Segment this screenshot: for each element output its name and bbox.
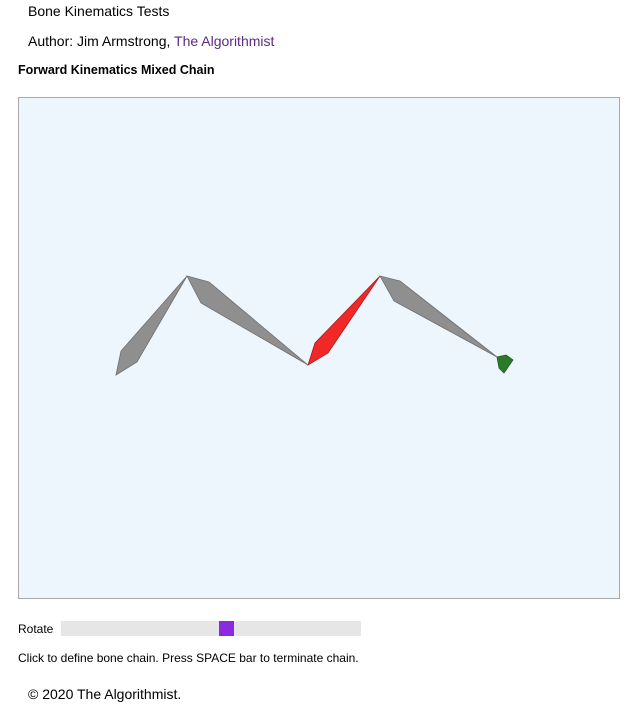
rotate-slider[interactable] — [61, 621, 361, 636]
bone-1[interactable] — [115, 275, 188, 376]
copyright-footer: © 2020 The Algorithmist. — [28, 686, 182, 702]
bone-4[interactable] — [379, 275, 498, 358]
instructions-text: Click to define bone chain. Press SPACE … — [18, 651, 359, 665]
demo-heading: Forward Kinematics Mixed Chain — [18, 63, 215, 77]
author-link[interactable]: The Algorithmist — [174, 33, 274, 49]
author-prefix: Author: Jim Armstrong, — [28, 33, 175, 49]
author-line: Author: Jim Armstrong, The Algorithmist — [28, 32, 274, 50]
bone-chain-drawing — [115, 275, 514, 376]
bone-2[interactable] — [186, 275, 309, 366]
page-title: Bone Kinematics Tests — [28, 3, 170, 19]
rotate-label: Rotate — [18, 622, 54, 636]
bone-canvas[interactable] — [18, 97, 620, 599]
rotate-slider-thumb[interactable] — [219, 621, 234, 636]
bone-3-selected[interactable] — [307, 275, 381, 366]
end-effector-bone[interactable] — [496, 354, 514, 374]
